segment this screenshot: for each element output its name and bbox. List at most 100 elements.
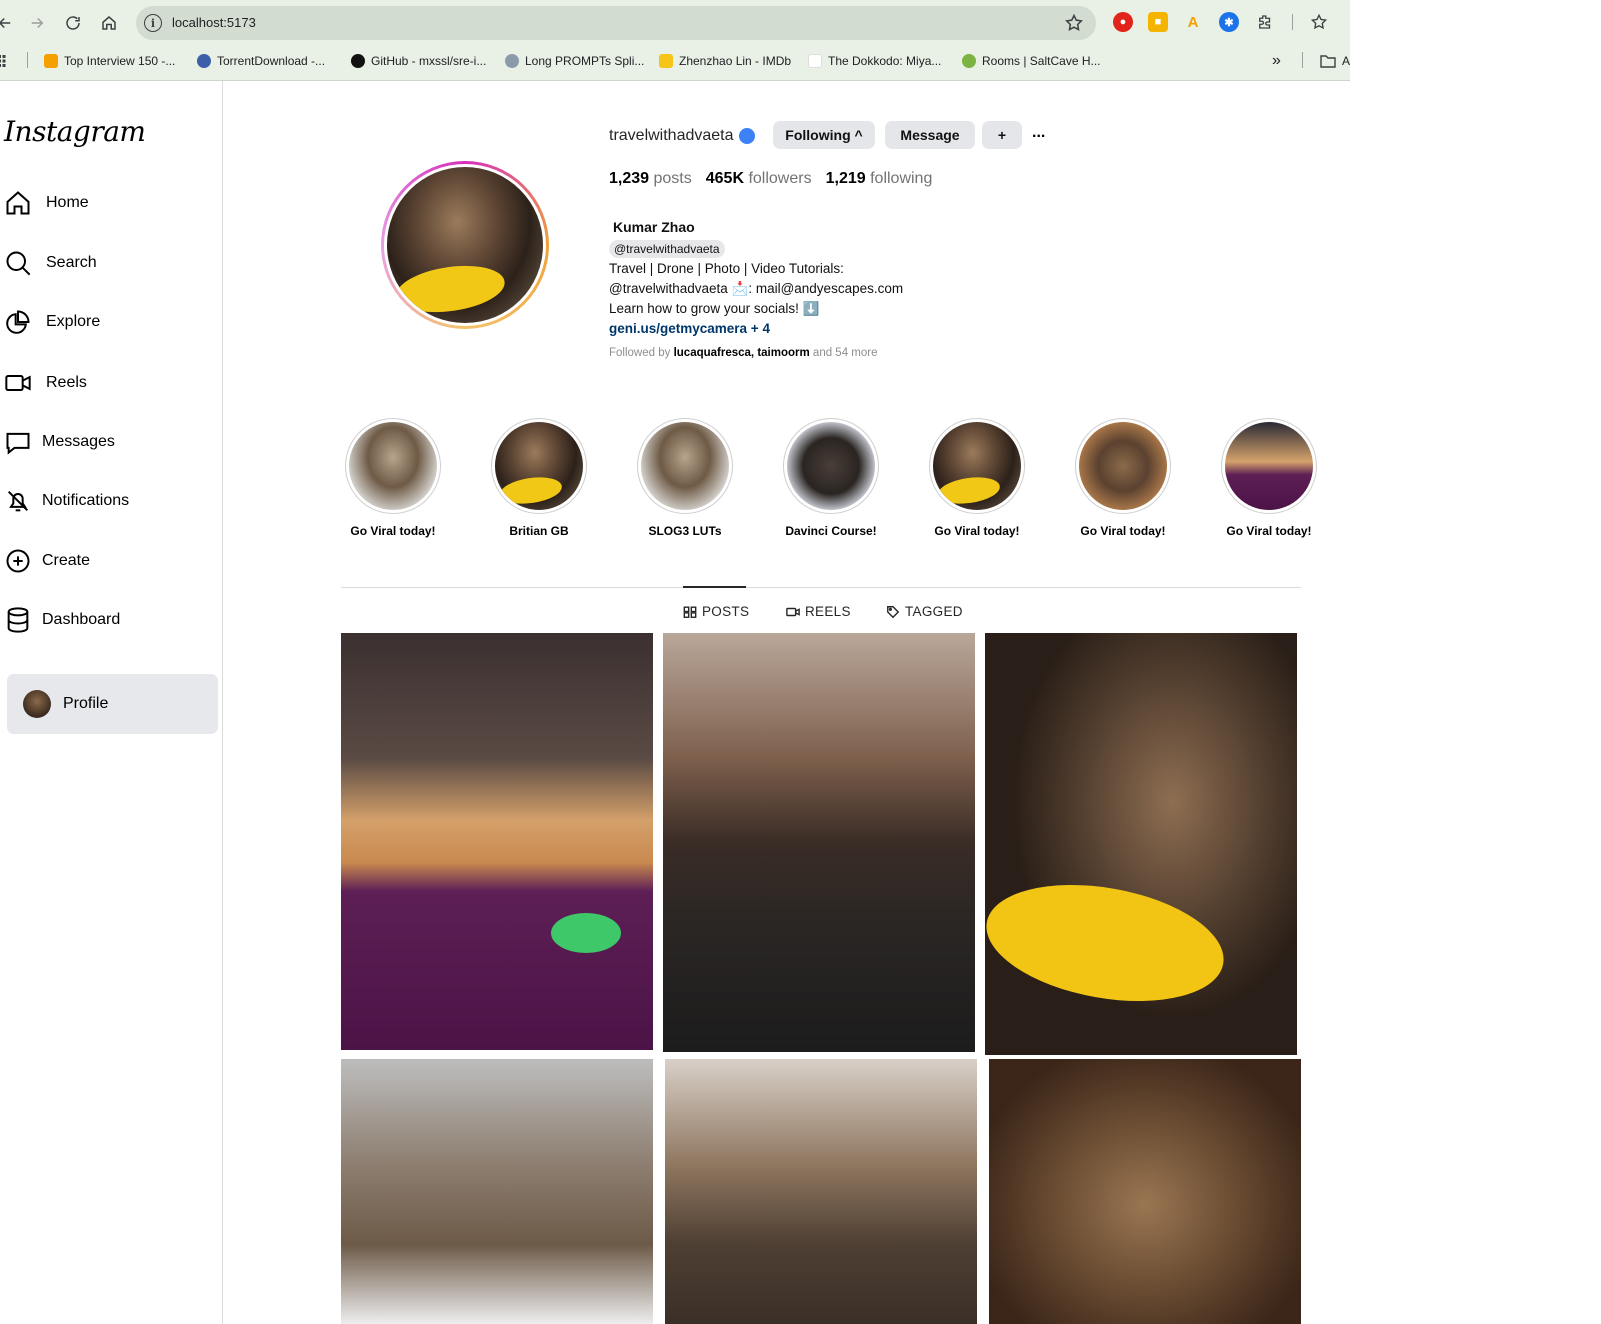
tab-reels[interactable]: REELS bbox=[786, 604, 851, 619]
bio-line: Travel | Drone | Photo | Video Tutorials… bbox=[609, 261, 844, 276]
bookmark-item[interactable]: GitHub - mxssl/sre-i... bbox=[351, 52, 486, 70]
bookmark-favicon-icon bbox=[197, 54, 211, 68]
bookmark-item[interactable]: The Dokkodo: Miya... bbox=[808, 52, 941, 70]
bookmark-favicon-icon bbox=[962, 54, 976, 68]
username-row: travelwithadvaeta bbox=[609, 121, 755, 151]
dashboard-database-icon bbox=[7, 607, 29, 633]
story-highlight[interactable]: SLOG3 LUTs bbox=[620, 418, 750, 538]
bookmark-favicon-icon bbox=[44, 54, 58, 68]
followed-by-prefix: Followed by bbox=[609, 347, 671, 359]
post-thumbnail[interactable] bbox=[985, 633, 1297, 1055]
post-thumbnail[interactable] bbox=[663, 633, 975, 1052]
bookmarks-overflow-button[interactable]: » bbox=[1272, 52, 1281, 70]
translate-extension-icon[interactable]: A bbox=[1183, 12, 1203, 32]
sidebar-item-home[interactable]: Home bbox=[4, 183, 89, 223]
bio-line: @travelwithadvaeta 📩: mail@andyescapes.c… bbox=[609, 281, 904, 296]
followers-stat[interactable]: 465K followers bbox=[706, 170, 812, 188]
highlight-label: Britian GB bbox=[509, 524, 569, 538]
story-highlight[interactable]: Go Viral today! bbox=[1204, 418, 1334, 538]
profile-bio: Kumar Zhao @travelwithadvaeta Travel | D… bbox=[609, 217, 1129, 363]
extensions-puzzle-icon[interactable] bbox=[1255, 12, 1275, 32]
instagram-logo[interactable]: Instagram bbox=[4, 115, 146, 148]
sidebar-item-notifications[interactable]: Notifications bbox=[4, 481, 129, 521]
github-icon bbox=[351, 54, 365, 68]
followed-by-names: lucaquafresca, taimoorm bbox=[673, 347, 810, 359]
back-icon[interactable] bbox=[0, 10, 18, 36]
bio-link[interactable]: geni.us/getmycamera + 4 bbox=[609, 319, 1129, 339]
bookmarks-bar: Top Interview 150 -... TorrentDownload -… bbox=[0, 46, 1350, 74]
posts-stat[interactable]: 1,239 posts bbox=[609, 170, 692, 188]
other-bookmarks-folder[interactable]: A bbox=[1320, 52, 1350, 70]
bookmark-item[interactable]: Top Interview 150 -... bbox=[44, 52, 175, 70]
highlight-ring bbox=[929, 418, 1025, 514]
post-thumbnail[interactable] bbox=[665, 1059, 977, 1324]
posts-count: 1,239 bbox=[609, 170, 650, 187]
sidebar-item-explore[interactable]: Explore bbox=[4, 302, 100, 342]
reload-icon[interactable] bbox=[60, 10, 86, 36]
sidebar-item-profile[interactable]: Profile bbox=[7, 674, 218, 734]
highlight-image bbox=[1079, 422, 1167, 510]
site-info-icon[interactable]: i bbox=[144, 14, 162, 32]
bookmarks-divider bbox=[1302, 52, 1303, 68]
folder-icon bbox=[1320, 55, 1336, 68]
globe-extension-icon[interactable]: ✱ bbox=[1219, 12, 1239, 32]
avatar-image bbox=[387, 167, 543, 323]
highlight-image bbox=[1225, 422, 1313, 510]
bio-line: Learn how to grow your socials! ⬇️ bbox=[609, 301, 820, 316]
sidebar: Instagram Home Search Explore Reels Mess… bbox=[0, 81, 223, 1324]
bookmark-star-icon[interactable] bbox=[1064, 13, 1084, 33]
followed-by[interactable]: Followed by lucaquafresca, taimoorm and … bbox=[609, 343, 1129, 363]
highlight-label: Go Viral today! bbox=[1226, 524, 1312, 538]
home-icon bbox=[6, 191, 30, 215]
reading-list-star-icon[interactable] bbox=[1309, 12, 1329, 32]
bookmarks-divider bbox=[27, 52, 28, 68]
message-button[interactable]: Message bbox=[885, 121, 975, 149]
sidebar-item-reels[interactable]: Reels bbox=[4, 363, 87, 403]
post-thumbnail[interactable] bbox=[989, 1059, 1301, 1324]
tabs-divider bbox=[341, 587, 1301, 588]
profile-stats: 1,239 posts 465K followers 1,219 followi… bbox=[609, 170, 932, 188]
home-page-icon[interactable] bbox=[96, 10, 122, 36]
profile-full-name: Kumar Zhao bbox=[613, 219, 695, 235]
bookmark-favicon-icon bbox=[505, 54, 519, 68]
profile-avatar[interactable] bbox=[381, 161, 549, 329]
highlight-label: Davinci Course! bbox=[785, 524, 877, 538]
sidebar-item-dashboard[interactable]: Dashboard bbox=[4, 600, 120, 640]
post-thumbnail[interactable] bbox=[341, 633, 653, 1050]
bookmark-item[interactable]: TorrentDownload -... bbox=[197, 52, 325, 70]
notes-extension-icon[interactable]: ■ bbox=[1148, 12, 1168, 32]
following-stat[interactable]: 1,219 following bbox=[826, 170, 933, 188]
address-bar[interactable]: i localhost:5173 bbox=[136, 6, 1096, 40]
story-highlight[interactable]: Davinci Course! bbox=[766, 418, 896, 538]
tab-posts[interactable]: POSTS bbox=[683, 604, 749, 619]
threads-handle-chip[interactable]: @travelwithadvaeta bbox=[609, 240, 725, 258]
apps-grid-icon[interactable] bbox=[0, 52, 10, 70]
adblock-extension-icon[interactable]: ● bbox=[1113, 12, 1133, 32]
tab-tagged[interactable]: TAGGED bbox=[886, 604, 963, 619]
forward-icon[interactable] bbox=[24, 10, 50, 36]
following-label: following bbox=[870, 170, 933, 187]
sidebar-item-search[interactable]: Search bbox=[4, 243, 97, 283]
add-button[interactable]: + bbox=[982, 121, 1022, 149]
active-tab-indicator bbox=[683, 586, 746, 588]
highlight-label: SLOG3 LUTs bbox=[648, 524, 722, 538]
bookmark-item[interactable]: Long PROMPTs Spli... bbox=[505, 52, 644, 70]
sidebar-item-create[interactable]: Create bbox=[4, 541, 90, 581]
story-highlight[interactable]: Britian GB bbox=[474, 418, 604, 538]
posts-label: posts bbox=[653, 170, 692, 187]
address-url[interactable]: localhost:5173 bbox=[172, 15, 256, 30]
profile-username: travelwithadvaeta bbox=[609, 127, 734, 144]
bookmark-item[interactable]: Zhenzhao Lin - IMDb bbox=[659, 52, 791, 70]
highlight-label: Go Viral today! bbox=[934, 524, 1020, 538]
post-thumbnail[interactable] bbox=[341, 1059, 653, 1324]
verified-badge-icon bbox=[738, 128, 755, 144]
story-highlight[interactable]: Go Viral today! bbox=[912, 418, 1042, 538]
followed-by-suffix: and 54 more bbox=[812, 347, 878, 359]
bookmark-item[interactable]: Rooms | SaltCave H... bbox=[962, 52, 1101, 70]
sidebar-item-messages[interactable]: Messages bbox=[4, 422, 115, 462]
story-highlight[interactable]: Go Viral today! bbox=[328, 418, 458, 538]
more-options-button[interactable]: ... bbox=[1032, 124, 1045, 142]
following-button[interactable]: Following ^ bbox=[773, 121, 875, 149]
reels-icon bbox=[786, 607, 800, 616]
story-highlight[interactable]: Go Viral today! bbox=[1058, 418, 1188, 538]
